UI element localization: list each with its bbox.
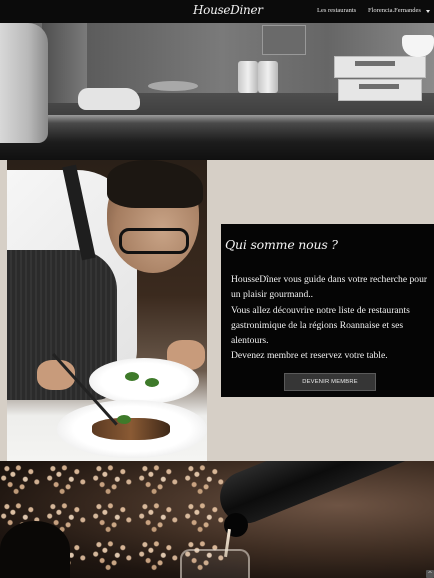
about-paragraph: Vous allez découvrire notre liste de res…	[231, 304, 410, 347]
nav-link-restaurants[interactable]: Les restaurants	[317, 7, 356, 14]
hero-container	[238, 61, 258, 93]
arrow-up-icon[interactable]: ^	[426, 570, 434, 578]
caret-down-icon[interactable]	[426, 10, 430, 13]
about-description: HousseDîner vous guide dans votre recher…	[231, 272, 431, 364]
about-title: Qui somme nous ?	[225, 237, 338, 252]
chef-plating-image	[7, 160, 207, 461]
about-paragraph: HousseDîner vous guide dans votre recher…	[231, 274, 428, 301]
hero-frame	[262, 25, 306, 55]
hero-kitchen-image	[0, 23, 434, 160]
hero-chef-arm	[0, 23, 48, 143]
hero-box	[334, 56, 426, 78]
plate-small	[89, 358, 199, 404]
hero-box	[338, 79, 422, 101]
brand-logo[interactable]: HouseDiner	[193, 3, 263, 17]
become-member-button[interactable]: DEVENIR MEMBRE	[284, 373, 376, 391]
garnish	[117, 415, 131, 424]
nav-link-user-account[interactable]: Florencia.Fernandes	[368, 7, 421, 14]
wine-pouring-image	[0, 461, 434, 578]
wine-glass	[180, 549, 250, 578]
garnish	[125, 372, 139, 381]
hero-counter	[0, 115, 434, 160]
about-card: Qui somme nous ? HousseDîner vous guide …	[221, 224, 434, 397]
hero-plate	[148, 81, 198, 91]
garnish	[145, 378, 159, 387]
hero-cloth	[78, 88, 140, 110]
wine-shadow	[0, 521, 70, 578]
navbar: HouseDiner Les restaurants Florencia.Fer…	[0, 0, 434, 23]
hero-container	[258, 61, 278, 93]
chef-hair	[107, 160, 203, 208]
plated-dish	[92, 418, 170, 440]
about-paragraph: Devenez membre et reservez votre table.	[231, 350, 388, 362]
chef-glasses	[119, 228, 189, 254]
